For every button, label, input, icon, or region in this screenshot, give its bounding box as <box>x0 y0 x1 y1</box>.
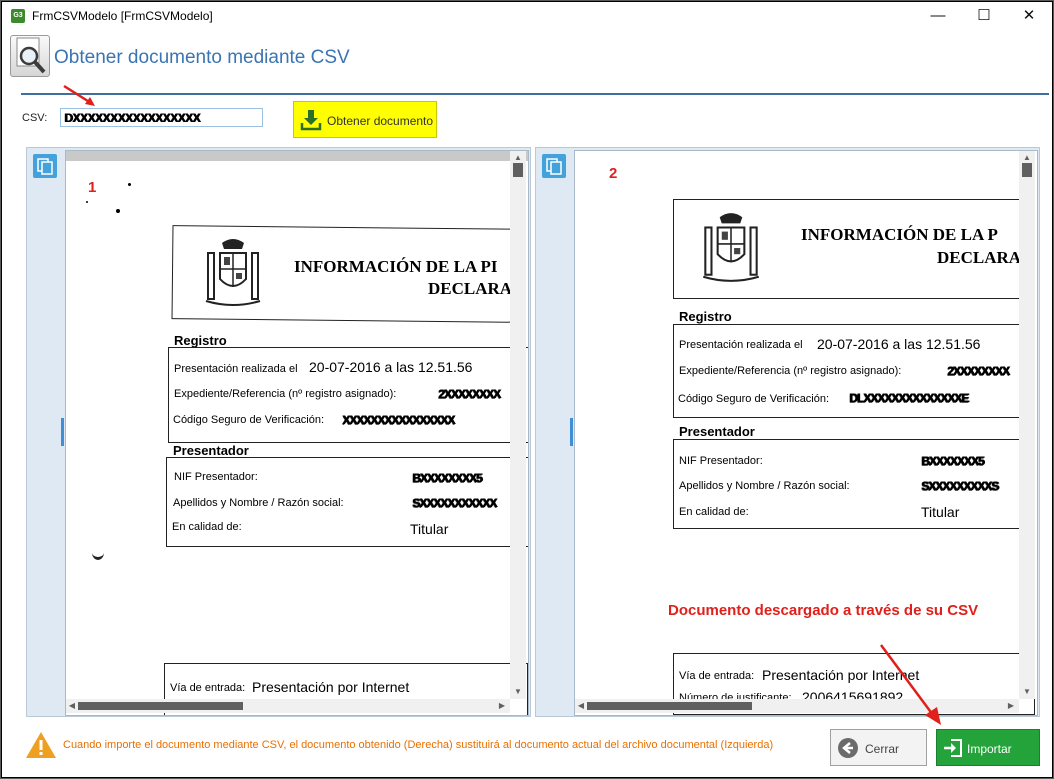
download-icon <box>300 110 322 131</box>
search-document-icon <box>10 35 50 77</box>
title-bar[interactable]: G3 FrmCSVModelo [FrmCSVModelo] — ☐ ✕ <box>2 2 1052 30</box>
back-arrow-icon <box>838 738 858 758</box>
copy-pages-icon[interactable] <box>542 154 566 178</box>
nif-value: BXXXXXXX5 <box>921 454 984 468</box>
window-title: FrmCSVModelo [FrmCSVModelo] <box>32 9 213 23</box>
obtain-document-button[interactable]: Obtener documento <box>293 101 437 138</box>
section-registro: Registro <box>174 333 227 348</box>
document-number: 1 <box>88 179 97 196</box>
scroll-left-icon[interactable]: ◀ <box>66 699 78 713</box>
import-button[interactable]: Importar <box>936 729 1040 766</box>
scroll-right-icon[interactable]: ▶ <box>496 699 508 713</box>
header-divider <box>21 93 1049 95</box>
codigo-value: XXXXXXXXXXXXXXXX <box>342 413 455 427</box>
via-label: Vía de entrada: <box>170 682 246 694</box>
nif-label: NIF Presentador: <box>679 455 763 467</box>
calidad-label: En calidad de: <box>679 506 749 518</box>
apellidos-label: Apellidos y Nombre / Razón social: <box>679 480 850 492</box>
section-presentador: Presentador <box>173 443 249 458</box>
left-vertical-scrollbar[interactable]: ▲ ▼ <box>510 151 526 699</box>
current-document-panel: 1 INFORMACIÓN DE LA PI DECLARA Registro … <box>26 147 531 717</box>
presentacion-label: Presentación realizada el <box>174 363 298 375</box>
coat-of-arms-emblem <box>702 213 760 282</box>
calidad-label: En calidad de: <box>172 521 242 533</box>
section-registro: Registro <box>679 309 732 324</box>
speck <box>128 183 131 186</box>
section-presentador: Presentador <box>679 424 755 439</box>
import-button-label: Importar <box>967 742 1012 756</box>
csv-label: CSV: <box>22 112 48 124</box>
close-button-label: Cerrar <box>865 742 900 756</box>
right-vertical-scrollbar[interactable]: ▲ ▼ <box>1019 151 1035 699</box>
expediente-label: Expediente/Referencia (nº registro asign… <box>679 365 902 377</box>
page-title: Obtener documento mediante CSV <box>54 47 350 68</box>
scroll-thumb[interactable] <box>587 702 752 710</box>
viewer-top-bar <box>66 151 528 161</box>
codigo-label: Código Seguro de Verificación: <box>173 414 325 426</box>
warning-icon <box>26 732 56 758</box>
panel-splitter[interactable] <box>61 418 64 446</box>
document-title-line2: DECLARA <box>937 248 1022 267</box>
scroll-thumb[interactable] <box>513 163 523 177</box>
scroll-thumb[interactable] <box>78 702 243 710</box>
document-title-line1: INFORMACIÓN DE LA P <box>801 225 998 244</box>
scroll-left-icon[interactable]: ◀ <box>575 699 587 713</box>
warning-message: Cuando importe el documento mediante CSV… <box>63 739 774 751</box>
import-icon <box>944 739 962 757</box>
apellidos-value: SXXXXXXXXXS <box>921 479 999 493</box>
annotation-text: Documento descargado a través de su CSV <box>668 602 979 619</box>
obtain-document-label: Obtener documento <box>327 114 434 128</box>
calidad-value: Titular <box>410 521 449 537</box>
panel-splitter[interactable] <box>570 418 573 446</box>
expediente-label: Expediente/Referencia (nº registro asign… <box>174 388 397 400</box>
scan-mark <box>92 545 104 560</box>
document-number: 2 <box>609 165 618 182</box>
minimize-button[interactable]: — <box>915 2 961 30</box>
document-title-line2: DECLARA <box>428 279 513 298</box>
copy-pages-icon[interactable] <box>33 154 57 178</box>
annotation-arrow-csv <box>63 84 95 106</box>
speck <box>86 201 88 203</box>
right-document-viewer[interactable]: 2 INFORMACIÓN DE LA P DECLARA Registro P… <box>574 150 1038 716</box>
speck <box>116 209 120 213</box>
expediente-value: 2XXXXXXXX <box>438 387 501 401</box>
left-horizontal-scrollbar[interactable]: ◀ ▶ <box>66 699 510 713</box>
csv-input[interactable]: DXXXXXXXXXXXXXXXXX <box>60 108 263 127</box>
left-document-viewer[interactable]: 1 INFORMACIÓN DE LA PI DECLARA Registro … <box>65 150 529 716</box>
presentacion-value: 20-07-2016 a las 12.51.56 <box>309 359 473 375</box>
presentacion-value: 20-07-2016 a las 12.51.56 <box>817 336 981 352</box>
codigo-label: Código Seguro de Verificación: <box>678 393 830 405</box>
apellidos-value: SXXXXXXXXXXX <box>412 496 497 510</box>
nif-value: BXXXXXXXX5 <box>412 471 482 485</box>
scroll-thumb[interactable] <box>1022 163 1032 177</box>
via-value: Presentación por Internet <box>252 679 410 695</box>
annotation-arrow-import <box>879 644 941 725</box>
coat-of-arms-emblem <box>205 239 261 306</box>
apellidos-label: Apellidos y Nombre / Razón social: <box>173 497 344 509</box>
close-button[interactable]: Cerrar <box>830 729 927 766</box>
expediente-value: 2XXXXXXXX <box>947 364 1010 378</box>
scroll-right-icon[interactable]: ▶ <box>1005 699 1017 713</box>
presentacion-label: Presentación realizada el <box>679 339 803 351</box>
document-title-line1: INFORMACIÓN DE LA PI <box>294 257 498 276</box>
codigo-value: DLXXXXXXXXXXXXXXE <box>849 391 969 405</box>
app-icon: G3 <box>11 9 25 23</box>
calidad-value: Titular <box>921 504 960 520</box>
app-window: G3 FrmCSVModelo [FrmCSVModelo] — ☐ ✕ Obt… <box>0 0 1054 779</box>
maximize-button[interactable]: ☐ <box>961 2 1007 30</box>
scroll-down-icon[interactable]: ▼ <box>510 685 526 699</box>
left-document-page: 1 INFORMACIÓN DE LA PI DECLARA Registro … <box>66 161 528 715</box>
downloaded-document-panel: 2 INFORMACIÓN DE LA P DECLARA Registro P… <box>535 147 1040 717</box>
close-window-button[interactable]: ✕ <box>1006 2 1052 30</box>
nif-label: NIF Presentador: <box>174 471 258 483</box>
via-label: Vía de entrada: <box>679 670 755 682</box>
scroll-down-icon[interactable]: ▼ <box>1019 685 1035 699</box>
